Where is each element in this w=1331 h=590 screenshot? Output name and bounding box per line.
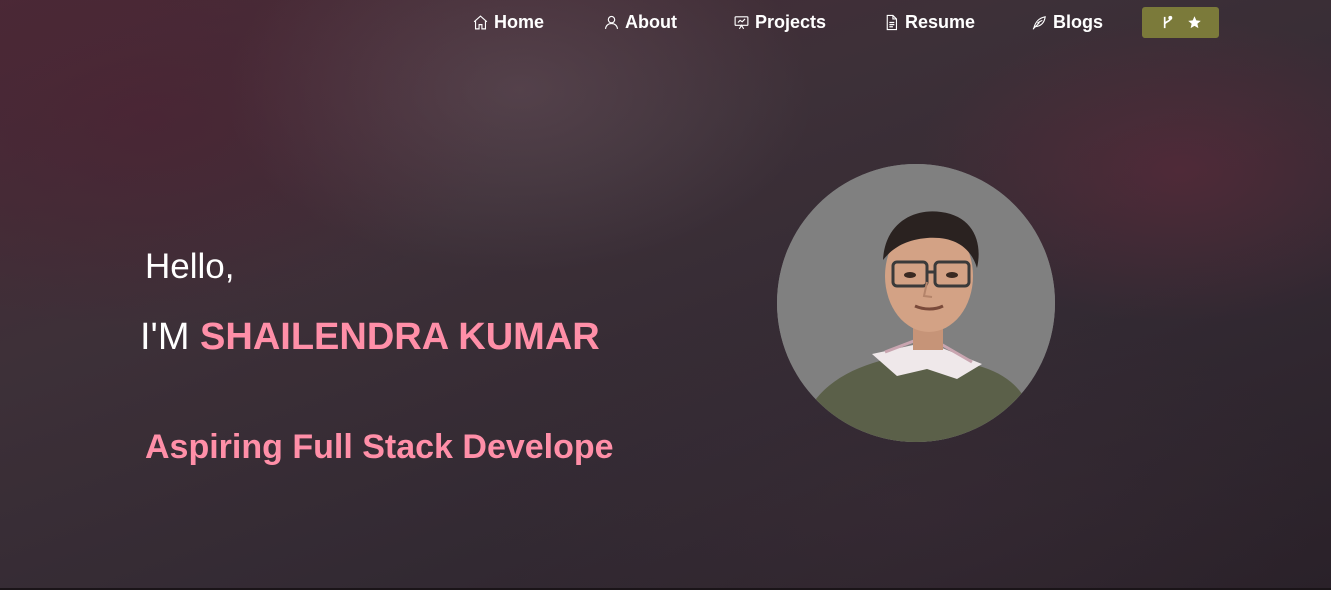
presentation-icon [734,15,749,29]
feather-icon [1032,15,1046,30]
profile-avatar [777,164,1055,442]
user-icon [604,15,619,29]
nav-projects[interactable]: Projects [733,10,826,34]
document-icon [886,14,898,30]
profile-photo-illustration [777,164,1055,442]
nav-resume[interactable]: Resume [883,10,975,34]
github-star-button[interactable] [1142,7,1219,38]
intro-heading: I'M SHAILENDRA KUMAR [140,316,600,359]
intro-prefix: I'M [140,316,201,358]
navbar: Home About Projects Resume Blogs [0,0,1331,44]
nav-projects-label: Projects [755,11,827,32]
nav-blogs[interactable]: Blogs [1031,10,1103,34]
owner-name: SHAILENDRA KUMAR [200,316,600,358]
nav-home[interactable]: Home [472,10,544,34]
home-icon [473,14,488,29]
nav-resume-label: Resume [905,11,976,32]
nav-home-label: Home [494,11,545,32]
nav-about[interactable]: About [603,10,677,34]
star-icon [1187,16,1201,29]
nav-about-label: About [625,11,677,32]
greeting: Hello, [145,247,235,286]
typewriter-tagline: Aspiring Full Stack Develope [145,428,614,466]
git-fork-icon [1163,15,1172,29]
hero-background [0,0,1331,590]
nav-blogs-label: Blogs [1053,11,1104,32]
